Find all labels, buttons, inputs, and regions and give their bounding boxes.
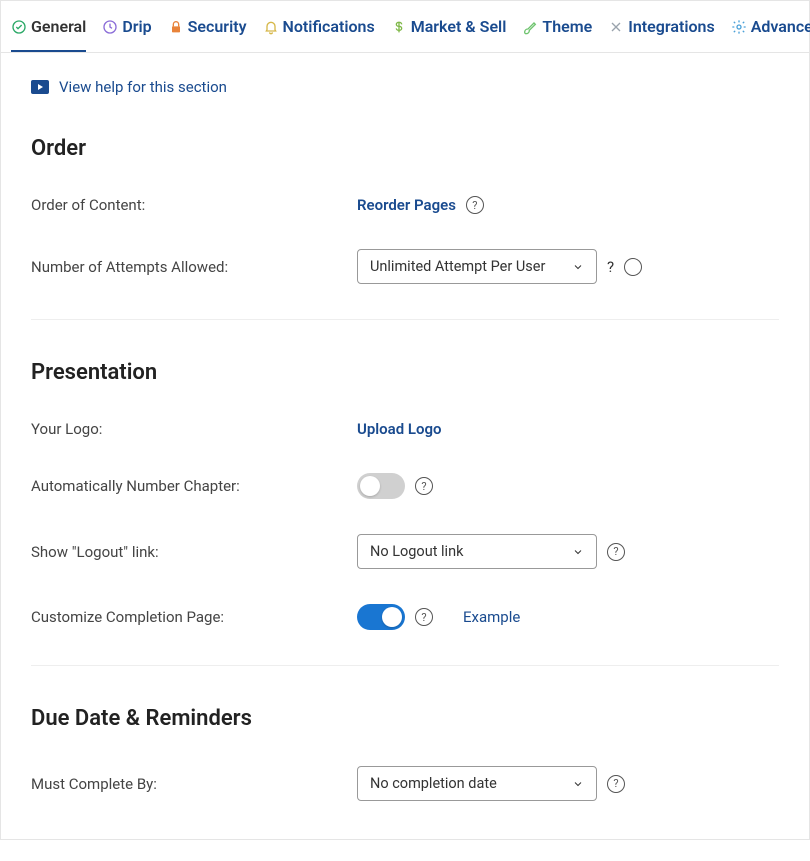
brush-icon: [522, 19, 538, 35]
gear-icon: [731, 19, 747, 35]
divider: [31, 319, 779, 320]
help-icon[interactable]: [415, 608, 433, 626]
row-auto-number: Automatically Number Chapter:: [31, 473, 779, 499]
tab-security[interactable]: Security: [168, 17, 247, 52]
help-icon[interactable]: [466, 196, 484, 214]
bell-icon: [263, 19, 279, 35]
tab-theme[interactable]: Theme: [522, 17, 592, 52]
tab-general[interactable]: General: [11, 17, 86, 52]
example-link[interactable]: Example: [463, 608, 520, 626]
tab-notifications[interactable]: Notifications: [263, 17, 375, 52]
tab-drip[interactable]: Drip: [102, 17, 151, 52]
label-auto-number: Automatically Number Chapter:: [31, 477, 357, 495]
chevron-down-icon: [572, 778, 584, 790]
auto-number-toggle[interactable]: [357, 473, 405, 499]
section-title-order: Order: [31, 136, 779, 161]
tab-label: Integrations: [628, 17, 714, 36]
upload-logo-link[interactable]: Upload Logo: [357, 420, 442, 438]
view-help-link[interactable]: View help for this section: [31, 78, 779, 96]
tab-market-sell[interactable]: Market & Sell: [391, 17, 507, 52]
tab-label: Notifications: [283, 17, 375, 36]
chevron-down-icon: [572, 546, 584, 558]
attempts-value: Unlimited Attempt Per User: [370, 258, 545, 275]
row-logout-link: Show "Logout" link: No Logout link: [31, 534, 779, 569]
tab-label: Market & Sell: [411, 17, 507, 36]
check-circle-icon: [11, 19, 27, 35]
row-completion-page: Customize Completion Page: Example: [31, 604, 779, 630]
tools-icon: [608, 19, 624, 35]
label-order-of-content: Order of Content:: [31, 196, 357, 214]
row-attempts: Number of Attempts Allowed: Unlimited At…: [31, 249, 779, 284]
row-logo: Your Logo: Upload Logo: [31, 420, 779, 438]
completion-toggle[interactable]: [357, 604, 405, 630]
label-logo: Your Logo:: [31, 420, 357, 438]
chevron-down-icon: [572, 261, 584, 273]
help-icon[interactable]: [607, 543, 625, 561]
divider: [31, 665, 779, 666]
logout-select[interactable]: No Logout link: [357, 534, 597, 569]
label-attempts: Number of Attempts Allowed:: [31, 258, 357, 276]
tab-label: Drip: [122, 17, 151, 36]
must-complete-select[interactable]: No completion date: [357, 766, 597, 801]
play-icon: [31, 80, 49, 94]
attempts-select[interactable]: Unlimited Attempt Per User: [357, 249, 597, 284]
label-logout: Show "Logout" link:: [31, 543, 357, 561]
clock-icon: [102, 19, 118, 35]
question-mark: ?: [607, 258, 614, 276]
logout-value: No Logout link: [370, 543, 463, 560]
label-must-complete: Must Complete By:: [31, 775, 357, 793]
tab-advanced[interactable]: Advanced: [731, 17, 810, 52]
lock-icon: [168, 19, 184, 35]
help-link-label: View help for this section: [59, 78, 227, 96]
tab-label: Theme: [542, 17, 592, 36]
tab-integrations[interactable]: Integrations: [608, 17, 714, 52]
help-icon[interactable]: [607, 775, 625, 793]
section-title-due: Due Date & Reminders: [31, 706, 779, 731]
tab-label: Security: [188, 17, 247, 36]
content-area: View help for this section Order Order o…: [1, 53, 809, 861]
label-completion: Customize Completion Page:: [31, 608, 357, 626]
radio-circle[interactable]: [624, 258, 642, 276]
tab-label: General: [31, 17, 86, 36]
tab-label: Advanced: [751, 17, 810, 36]
reorder-pages-link[interactable]: Reorder Pages: [357, 196, 456, 214]
must-complete-value: No completion date: [370, 775, 497, 792]
row-must-complete: Must Complete By: No completion date: [31, 766, 779, 801]
tabs-bar: General Drip Security Notifications Mark…: [1, 1, 809, 53]
help-icon[interactable]: [415, 477, 433, 495]
section-title-presentation: Presentation: [31, 360, 779, 385]
dollar-icon: [391, 19, 407, 35]
row-order-of-content: Order of Content: Reorder Pages: [31, 196, 779, 214]
